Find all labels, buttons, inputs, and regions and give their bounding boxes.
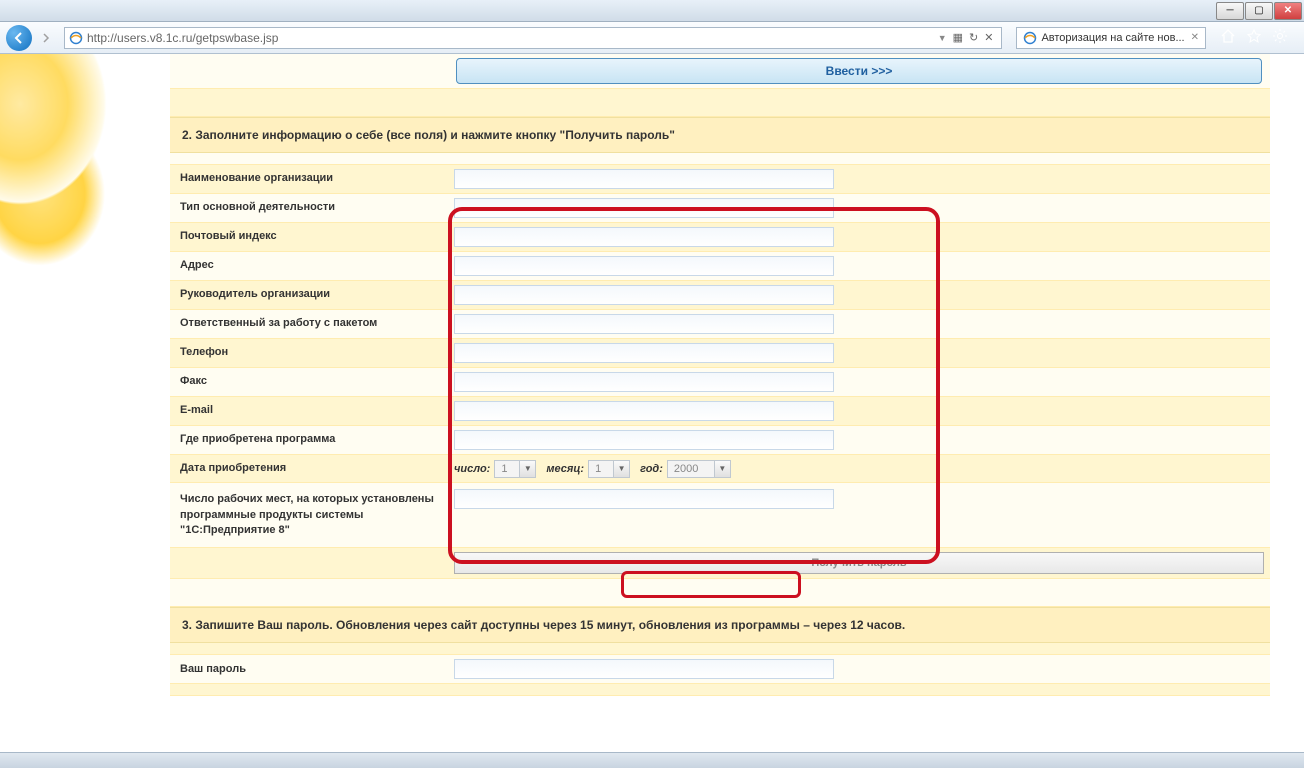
nav-forward-button[interactable] (36, 28, 56, 48)
home-icon[interactable] (1220, 28, 1236, 47)
ie-icon (69, 31, 83, 45)
input-postal[interactable] (454, 227, 834, 247)
window-maximize-button[interactable]: ▢ (1245, 2, 1273, 20)
get-password-button[interactable]: Получить пароль (454, 552, 1264, 574)
window-titlebar: ─ ▢ ✕ (0, 0, 1304, 22)
day-label: число: (454, 463, 490, 475)
section3-heading: 3. Запишите Ваш пароль. Обновления через… (170, 607, 1270, 643)
input-org-name[interactable] (454, 169, 834, 189)
input-purchased[interactable] (454, 430, 834, 450)
label-phone: Телефон (170, 339, 448, 367)
input-email[interactable] (454, 401, 834, 421)
settings-icon[interactable] (1272, 28, 1288, 47)
page-content: Ввести >>> 2. Заполните информацию о себ… (0, 54, 1304, 768)
label-email: E-mail (170, 397, 448, 425)
label-head: Руководитель организации (170, 281, 448, 309)
input-responsible[interactable] (454, 314, 834, 334)
label-address: Адрес (170, 252, 448, 280)
compat-icon[interactable]: ▦ (953, 31, 963, 44)
tab-active[interactable]: Авторизация на сайте нов... ✕ (1016, 27, 1206, 49)
label-responsible: Ответственный за работу с пакетом (170, 310, 448, 338)
label-activity-type: Тип основной деятельности (170, 194, 448, 222)
year-select[interactable]: 2000▼ (667, 460, 731, 478)
taskbar-sliver (0, 752, 1304, 768)
address-bar[interactable]: ▼ ▦ ↻ ✕ (64, 27, 1002, 49)
input-fax[interactable] (454, 372, 834, 392)
window-close-button[interactable]: ✕ (1274, 2, 1302, 20)
window-minimize-button[interactable]: ─ (1216, 2, 1244, 20)
page-decoration (0, 54, 150, 294)
label-fax: Факс (170, 368, 448, 396)
input-address[interactable] (454, 256, 834, 276)
tab-title: Авторизация на сайте нов... (1041, 32, 1184, 44)
label-password: Ваш пароль (170, 655, 448, 683)
input-workplaces[interactable] (454, 489, 834, 509)
output-password (454, 659, 834, 679)
ie-icon (1023, 31, 1037, 45)
form-container: Ввести >>> 2. Заполните информацию о себ… (170, 54, 1270, 756)
nav-back-button[interactable] (6, 25, 32, 51)
month-label: месяц: (546, 463, 584, 475)
label-purchase-date: Дата приобретения (170, 455, 448, 482)
chevron-down-icon[interactable]: ▼ (613, 461, 629, 477)
label-purchased: Где приобретена программа (170, 426, 448, 454)
tab-close-icon[interactable]: ✕ (1191, 32, 1199, 43)
day-select[interactable]: 1▼ (494, 460, 536, 478)
input-head[interactable] (454, 285, 834, 305)
chevron-down-icon[interactable]: ▼ (519, 461, 535, 477)
input-phone[interactable] (454, 343, 834, 363)
label-postal: Почтовый индекс (170, 223, 448, 251)
chevron-down-icon[interactable]: ▼ (714, 461, 730, 477)
enter-button[interactable]: Ввести >>> (456, 58, 1262, 84)
label-workplaces: Число рабочих мест, на которых установле… (170, 483, 448, 547)
refresh-icon[interactable]: ↻ (969, 31, 978, 44)
year-label: год: (640, 463, 663, 475)
section2-heading: 2. Заполните информацию о себе (все поля… (170, 117, 1270, 153)
url-dropdown-icon[interactable]: ▼ (936, 33, 949, 43)
browser-toolbar: ▼ ▦ ↻ ✕ Авторизация на сайте нов... ✕ (0, 22, 1304, 54)
stop-icon[interactable]: ✕ (984, 31, 993, 44)
favorites-icon[interactable] (1246, 28, 1262, 47)
input-activity-type[interactable] (454, 198, 834, 218)
label-org-name: Наименование организации (170, 165, 448, 193)
url-input[interactable] (87, 31, 936, 45)
month-select[interactable]: 1▼ (588, 460, 630, 478)
